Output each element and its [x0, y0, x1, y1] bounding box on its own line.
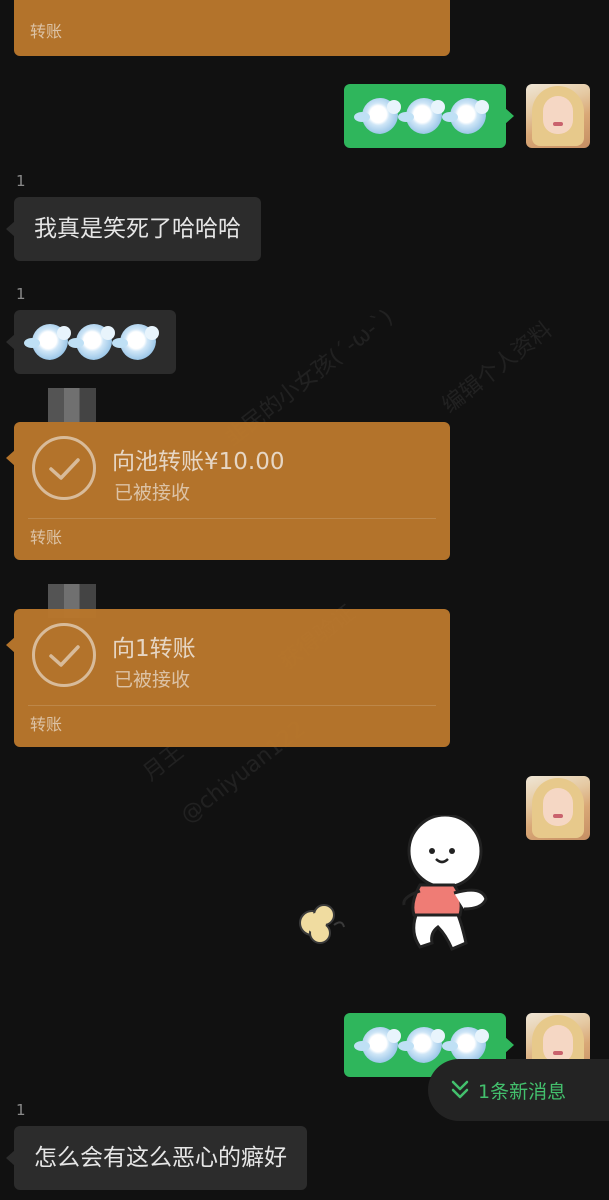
double-chevron-down-icon [451, 1080, 469, 1099]
poof-emoji-icon [398, 1027, 445, 1063]
blurred-sender-name [48, 388, 96, 422]
new-messages-button[interactable]: 1条新消息 [428, 1059, 609, 1121]
watermark-edit-profile: 编辑个人资料 [437, 317, 558, 419]
outgoing-emoji-bubble[interactable] [344, 84, 514, 148]
transfer-amount: 向1转账 [112, 636, 196, 662]
poof-emoji-icon [398, 98, 445, 134]
transfer-status: 已被接收 [114, 482, 191, 504]
poof-emoji-icon [354, 1027, 401, 1063]
sender-label: 1 [16, 1101, 26, 1119]
check-circle-icon [32, 436, 96, 500]
transfer-card[interactable]: 向池转账¥10.00 已被接收 转账 [6, 422, 450, 560]
my-avatar[interactable] [526, 776, 590, 840]
incoming-text-bubble[interactable]: 我真是笑死了哈哈哈 [6, 197, 261, 261]
sender-label: 1 [16, 285, 26, 303]
poof-emoji-icon [112, 324, 159, 360]
transfer-status: 已被接收 [114, 669, 191, 691]
poof-emoji-icon [24, 324, 71, 360]
check-circle-icon [32, 623, 96, 687]
transfer-kind-label: 转账 [30, 528, 63, 547]
transfer-card-top[interactable]: 转账 [14, 0, 450, 56]
sender-label: 1 [16, 172, 26, 190]
transfer-kind-label: 转账 [30, 22, 63, 41]
incoming-text-bubble[interactable]: 怎么会有这么恶心的癖好 [6, 1126, 307, 1190]
poof-emoji-icon [354, 98, 401, 134]
transfer-kind-label: 转账 [30, 715, 63, 734]
poof-emoji-icon [442, 98, 489, 134]
new-messages-label: 1条新消息 [478, 1080, 567, 1103]
poof-emoji-icon [442, 1027, 489, 1063]
my-avatar[interactable] [526, 84, 590, 148]
poof-emoji-icon [68, 324, 115, 360]
farting-character-sticker[interactable] [292, 815, 512, 965]
incoming-emoji-bubble[interactable] [6, 310, 176, 374]
transfer-card[interactable]: 向1转账 已被接收 转账 [6, 609, 450, 747]
transfer-amount: 向池转账¥10.00 [112, 449, 285, 475]
